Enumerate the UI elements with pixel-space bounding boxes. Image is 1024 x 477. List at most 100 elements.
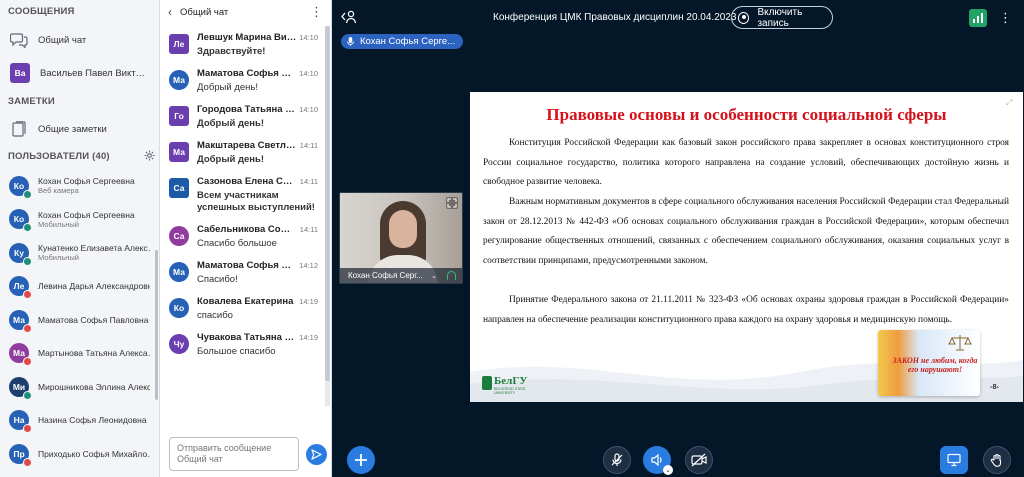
- law-quote-card: ЗАКОН не любим, когда его нарушают!: [878, 330, 980, 396]
- chat-title: Общий чат: [180, 6, 229, 18]
- chat-scrollbar[interactable]: [325, 26, 330, 406]
- users-toggle-icon[interactable]: [341, 10, 357, 27]
- fullscreen-icon[interactable]: ⤢: [1006, 98, 1015, 107]
- record-button-label: Включить запись: [757, 6, 803, 29]
- message-author: Ковалева Екатерина: [197, 296, 294, 307]
- chat-message-input[interactable]: [169, 437, 299, 471]
- notes-section-title: ЗАМЕТКИ: [8, 96, 55, 107]
- current-speaker-badge: Кохан Софья Серге...: [341, 34, 464, 49]
- user-name: Левина Дарья Александровна: [38, 281, 150, 292]
- message-text: Спасибо!: [197, 274, 238, 285]
- more-vertical-icon[interactable]: ⋮: [999, 10, 1012, 26]
- raise-hand-button[interactable]: [983, 446, 1011, 474]
- slide-paragraph: Конституция Российской Федерации как баз…: [483, 138, 1009, 188]
- avatar: Го: [169, 106, 189, 126]
- university-logo-subtext: BELGOROD STATE UNIVERSITY: [494, 387, 526, 395]
- user-list-item[interactable]: Ле Левина Дарья Александровна: [0, 270, 159, 304]
- user-name: Маматова Софья Павловна: [38, 314, 149, 325]
- more-vertical-icon[interactable]: ⋮: [310, 4, 323, 20]
- law-quote-text: ЗАКОН не любим, когда его нарушают!: [892, 356, 978, 374]
- avatar: Ма: [169, 142, 189, 162]
- chat-message: Са Сазонова Елена Сергеевна14:11 Всем учас…: [160, 176, 324, 214]
- message-text: Добрый день!: [197, 82, 258, 93]
- speaker-name: Кохан Софья Серге...: [360, 36, 456, 47]
- plus-icon: [355, 454, 367, 466]
- sidebar-scrollbar[interactable]: [155, 250, 158, 400]
- sidebar-item-label: Общий чат: [38, 34, 87, 46]
- chat-message: Го Городова Татьяна Петровна14:10 Добрый д…: [160, 104, 324, 130]
- message-time: 14:10: [299, 69, 318, 78]
- avatar: Ма: [9, 343, 32, 367]
- user-name: Кохан Софья Сергеевна: [38, 209, 135, 220]
- message-text: Добрый день!: [197, 154, 265, 165]
- mic-status-icon: [23, 424, 32, 434]
- sidebar-item-label: Общие заметки: [38, 123, 107, 135]
- chevron-left-icon[interactable]: ‹: [168, 5, 180, 19]
- message-time: 14:10: [299, 105, 318, 114]
- user-device: Веб камера: [38, 186, 79, 196]
- chevron-down-icon[interactable]: ⌄: [431, 273, 437, 280]
- avatar: Ко: [9, 209, 32, 233]
- message-author: Городова Татьяна Петровна: [197, 104, 297, 115]
- avatar: Ко: [9, 175, 32, 199]
- send-icon: [311, 449, 322, 460]
- connection-status-icon[interactable]: [969, 9, 987, 27]
- user-name: Назина Софья Леонидовна: [38, 415, 147, 426]
- send-button[interactable]: [306, 444, 327, 465]
- message-author: Маматова Софья Павловна: [197, 260, 297, 271]
- message-list: ЛеЛевшук Марина Викторовна14:10Здравству…: [160, 32, 324, 368]
- user-list-item[interactable]: Ко Кохан Софья Сергеевна Мобильный: [0, 203, 159, 237]
- message-time: 14:11: [299, 177, 318, 186]
- chat-message: Ма Маматова Софья Павловна14:10 Добрый ден…: [160, 68, 324, 94]
- mic-status-icon: [23, 457, 32, 467]
- mic-status-icon: [23, 290, 32, 300]
- avatar: Са: [169, 178, 189, 198]
- university-logo: БелГУ BELGOROD STATE UNIVERSITY: [482, 374, 528, 395]
- avatar: Ку: [9, 242, 32, 266]
- chat-message: Чу Чувакова Татьяна Сергеевна14:19 Большое…: [160, 332, 324, 358]
- camera-off-icon: [691, 453, 707, 467]
- chat-scrollbar-thumb[interactable]: [325, 26, 330, 381]
- message-time: 14:19: [299, 297, 318, 306]
- webcam-tile[interactable]: Кохан Софья Серг... ⌄: [339, 192, 463, 284]
- user-list-item[interactable]: Ку Кунатенко Елизавета АлександровнаМобил…: [0, 236, 159, 270]
- microphone-off-icon: [611, 453, 623, 466]
- avatar: Пр: [9, 443, 32, 467]
- actions-button[interactable]: [347, 446, 375, 474]
- sidebar-item-general-chat[interactable]: Общий чат: [0, 25, 159, 55]
- chat-bubbles-icon: [10, 31, 28, 49]
- toggle-camera-button[interactable]: [685, 446, 713, 474]
- user-list-item[interactable]: Ма Мартынова Татьяна Александровна: [0, 337, 159, 371]
- mute-microphone-button[interactable]: [603, 446, 631, 474]
- user-name: Кохан Софья Сергеевна: [38, 176, 135, 187]
- avatar: Чу: [169, 334, 189, 354]
- users-section-title: ПОЛЬЗОВАТЕЛИ (40): [8, 151, 110, 162]
- slide-page-number: -8-: [990, 382, 1000, 391]
- user-list-item[interactable]: Ми Мирошникова Эллина Александровна: [0, 370, 159, 404]
- user-list-item[interactable]: На Назина Софья Леонидовна: [0, 404, 159, 438]
- message-time: 14:11: [299, 225, 318, 234]
- fullscreen-icon[interactable]: [446, 197, 458, 209]
- user-device: Мобильный: [38, 253, 79, 263]
- gear-icon[interactable]: [144, 150, 155, 164]
- user-name: Мартынова Татьяна Александровна: [38, 348, 150, 359]
- user-list-item[interactable]: Ма Маматова Софья Павловна: [0, 303, 159, 337]
- message-text: Добрый день!: [197, 118, 265, 129]
- sidebar-item-shared-notes[interactable]: Общие заметки: [0, 114, 159, 144]
- presentation-button[interactable]: [940, 446, 968, 474]
- user-list-item[interactable]: Пр Приходько Софья Михайловна: [0, 437, 159, 471]
- message-text: Всем участникам успешных выступлений!: [197, 190, 315, 213]
- record-button[interactable]: Включить запись: [731, 6, 833, 29]
- audio-options-chevron-icon[interactable]: ⌄: [663, 465, 673, 475]
- user-name: Приходько Софья Михайловна: [38, 448, 150, 459]
- message-text: Большое спасибо: [197, 346, 276, 357]
- avatar: Ма: [169, 70, 189, 90]
- message-author: Макштарева Светлана: [197, 140, 297, 151]
- avatar: Ле: [9, 276, 32, 300]
- chat-message: Са Сабельникова Софья 14:11 Спасибо большое: [160, 224, 324, 250]
- presentation-icon: [947, 453, 961, 467]
- sidebar-item-private-chat[interactable]: Ва Васильев Павел Викторович: [0, 58, 159, 88]
- user-list-item[interactable]: Ко Кохан Софья Сергеевна Веб камера: [0, 169, 159, 203]
- message-text: Спасибо большое: [197, 238, 277, 249]
- slide-paragraph: Принятие Федерального закона от 21.11.20…: [483, 295, 1009, 325]
